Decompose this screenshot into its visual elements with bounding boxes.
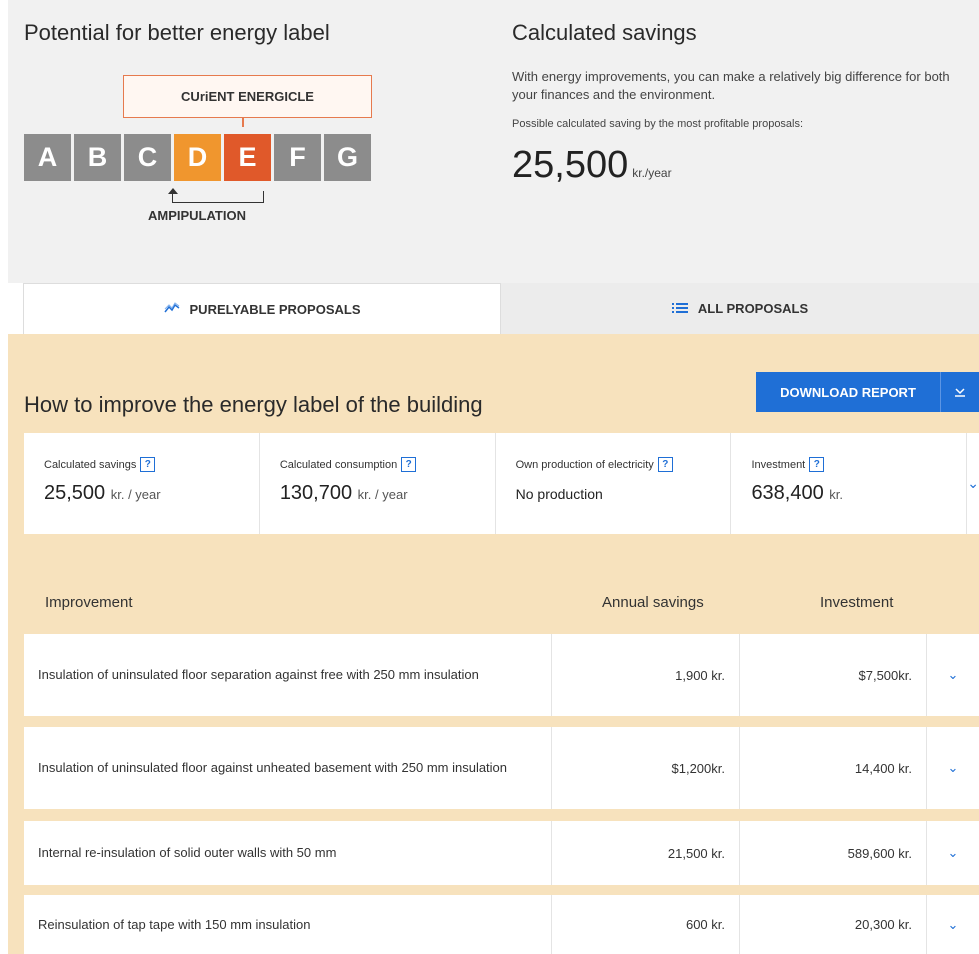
table-row[interactable]: Reinsulation of tap tape with 150 mm ins…: [24, 895, 979, 954]
row-description: Insulation of uninsulated floor separati…: [24, 634, 552, 716]
download-report-label: DOWNLOAD REPORT: [756, 372, 941, 412]
main-heading: How to improve the energy label of the b…: [24, 392, 483, 417]
energy-label-c: C: [124, 134, 171, 181]
column-annual-savings: Annual savings: [602, 594, 704, 611]
stat-value: No production: [515, 486, 603, 502]
help-icon[interactable]: ?: [657, 457, 673, 472]
row-description: Internal re-insulation of solid outer wa…: [24, 821, 552, 885]
stat-value: 638,400: [751, 482, 824, 504]
stat-label: Own production of electricity: [515, 458, 654, 471]
stat-label: Calculated savings: [44, 458, 137, 471]
energy-label-letters: A B C D E F G: [24, 134, 371, 181]
main-panel: How to improve the energy label of the b…: [8, 334, 979, 954]
stat-value: 130,700: [279, 482, 353, 504]
row-savings: 600 kr.: [552, 895, 740, 954]
savings-amount: 25,500: [512, 144, 629, 186]
expand-row-chevron-icon[interactable]: ⌄: [927, 821, 979, 885]
column-improvement: Improvement: [45, 594, 133, 611]
stat-unit: kr. / year: [357, 487, 408, 502]
tab-profitable-proposals[interactable]: PURELYABLE PROPOSALS: [23, 283, 501, 334]
table-row[interactable]: Insulation of uninsulated floor separati…: [24, 634, 979, 716]
download-dropdown-icon[interactable]: [941, 372, 979, 412]
row-investment: 589,600 kr.: [740, 821, 927, 885]
help-icon[interactable]: ?: [809, 457, 825, 472]
calculated-savings-title: Calculated savings: [512, 20, 697, 45]
help-icon[interactable]: ?: [401, 457, 417, 472]
top-panel: Potential for better energy label CUriEN…: [8, 0, 979, 283]
stat-unit: kr. / year: [110, 487, 161, 502]
help-icon[interactable]: ?: [140, 457, 156, 472]
stat-unit: kr.: [829, 487, 844, 502]
energy-label-title: Potential for better energy label: [24, 20, 330, 45]
summary-stats: Calculated savings ? 25,500 kr. / year C…: [24, 433, 979, 534]
stat-own-production: Own production of electricity ? No produ…: [496, 433, 732, 534]
current-energy-label-box: CUriENT ENERGICLE: [123, 75, 372, 127]
energy-label-panel: Potential for better energy label: [24, 20, 464, 46]
tab-profitable-proposals-label: PURELYABLE PROPOSALS: [189, 301, 361, 317]
expand-row-chevron-icon[interactable]: ⌄: [927, 895, 979, 954]
row-savings: 1,900 kr.: [552, 634, 740, 716]
savings-description: With energy improvements, you can make a…: [512, 69, 950, 102]
column-investment: Investment: [820, 594, 894, 611]
row-investment: $7,500kr.: [740, 634, 927, 716]
savings-unit: kr./year: [632, 166, 672, 180]
row-description: Insulation of uninsulated floor against …: [24, 727, 552, 809]
expand-stats-chevron-icon[interactable]: ⌄: [967, 433, 979, 534]
row-savings: $1,200kr.: [552, 727, 740, 809]
savings-value: 25,500 kr./year: [512, 144, 972, 187]
stat-investment: Investment ? 638,400 kr.: [731, 433, 968, 534]
tab-all-proposals-label: ALL PROPOSALS: [697, 301, 809, 316]
calculated-savings-panel: Calculated savings With energy improveme…: [512, 20, 972, 187]
energy-label-f: F: [274, 134, 321, 181]
list-icon: [671, 301, 688, 317]
improvement-label: AMPIPULATION: [148, 208, 246, 223]
savings-sub-label: Possible calculated saving by the most p…: [512, 118, 804, 130]
table-row[interactable]: Internal re-insulation of solid outer wa…: [24, 821, 979, 885]
download-report-button[interactable]: DOWNLOAD REPORT: [756, 372, 979, 412]
row-investment: 14,400 kr.: [740, 727, 927, 809]
stat-label: Calculated consumption: [279, 458, 398, 471]
table-row[interactable]: Insulation of uninsulated floor against …: [24, 727, 979, 809]
energy-label-d: D: [174, 134, 221, 181]
row-description: Reinsulation of tap tape with 150 mm ins…: [24, 895, 552, 954]
stat-calculated-savings: Calculated savings ? 25,500 kr. / year: [24, 433, 260, 534]
stat-label: Investment: [751, 458, 806, 471]
stat-calculated-consumption: Calculated consumption ? 130,700 kr. / y…: [260, 433, 496, 534]
improvement-arrow-icon: [168, 188, 264, 203]
expand-row-chevron-icon[interactable]: ⌄: [927, 727, 979, 809]
expand-row-chevron-icon[interactable]: ⌄: [927, 634, 979, 716]
energy-label-scale: CUriENT ENERGICLE A B C D E F G AMPIPULA…: [24, 75, 384, 235]
row-savings: 21,500 kr.: [552, 821, 740, 885]
row-investment: 20,300 kr.: [740, 895, 927, 954]
energy-label-a: A: [24, 134, 71, 181]
table-header: Improvement Annual savings Investment: [24, 594, 979, 614]
proposal-tabs: PURELYABLE PROPOSALS ALL PROPOSALS: [23, 283, 979, 334]
stat-value: 25,500: [44, 482, 106, 504]
chart-icon: [163, 301, 180, 317]
energy-label-e: E: [224, 134, 271, 181]
energy-label-b: B: [74, 134, 121, 181]
tab-all-proposals[interactable]: ALL PROPOSALS: [501, 283, 979, 334]
energy-label-g: G: [324, 134, 371, 181]
